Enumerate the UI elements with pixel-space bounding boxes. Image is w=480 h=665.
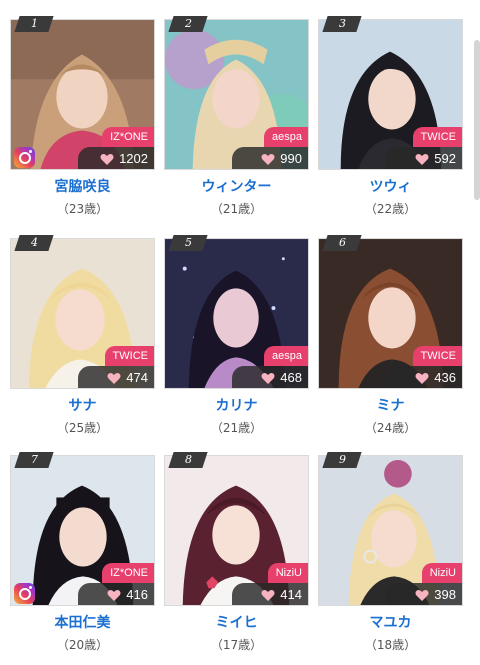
instagram-icon[interactable] [14, 147, 35, 168]
heart-icon [415, 589, 429, 601]
likes-count: 414 [280, 587, 302, 602]
likes-counter[interactable]: 398 [386, 583, 462, 605]
heart-icon [415, 153, 429, 165]
likes-count: 398 [434, 587, 456, 602]
member-name[interactable]: 宮脇咲良 [10, 177, 155, 197]
member-age: （17歳） [210, 638, 263, 652]
member-age: （22歳） [364, 202, 417, 216]
member-age: （18歳） [364, 638, 417, 652]
group-badge: aespa [264, 346, 308, 366]
ranking-card[interactable]: 5 aespa 468 カリナ （21歳） [164, 235, 309, 448]
ranking-card[interactable]: 6 TWICE 436 ミナ （24歳） [318, 235, 463, 448]
likes-counter[interactable]: 416 [78, 583, 154, 605]
likes-counter[interactable]: 436 [386, 366, 462, 388]
likes-count: 592 [434, 151, 456, 166]
member-photo[interactable]: TWICE 592 [318, 19, 463, 170]
heart-icon [415, 372, 429, 384]
ranking-card[interactable]: 1 IZ*ONE 1202 宮脇咲良 （23歳） [10, 16, 155, 229]
member-photo[interactable]: TWICE 474 [10, 238, 155, 389]
likes-count: 474 [126, 370, 148, 385]
member-photo[interactable]: TWICE 436 [318, 238, 463, 389]
rank-badge: 4 [14, 235, 54, 251]
member-photo[interactable]: NiziU 414 [164, 455, 309, 606]
member-name[interactable]: ミイヒ [164, 613, 309, 633]
heart-icon [107, 372, 121, 384]
member-name[interactable]: 本田仁美 [10, 613, 155, 633]
rank-badge: 6 [322, 235, 362, 251]
rank-badge: 3 [322, 16, 362, 32]
likes-counter[interactable]: 990 [232, 147, 308, 169]
heart-icon [100, 153, 114, 165]
heart-icon [261, 153, 275, 165]
likes-counter[interactable]: 1202 [78, 147, 154, 169]
group-badge: IZ*ONE [102, 127, 154, 147]
member-age: （23歳） [56, 202, 109, 216]
rank-badge: 9 [322, 452, 362, 468]
ranking-card[interactable]: 9 NiziU 398 マユカ （18歳） [318, 452, 463, 665]
member-age: （21歳） [210, 421, 263, 435]
likes-counter[interactable]: 414 [232, 583, 308, 605]
likes-counter[interactable]: 468 [232, 366, 308, 388]
ranking-card[interactable]: 3 TWICE 592 ツウィ （22歳） [318, 16, 463, 229]
group-badge: aespa [264, 127, 308, 147]
rank-badge: 2 [168, 16, 208, 32]
group-badge: TWICE [412, 127, 462, 147]
member-photo[interactable]: aespa 990 [164, 19, 309, 170]
member-age: （25歳） [56, 421, 109, 435]
member-name[interactable]: マユカ [318, 613, 463, 633]
likes-counter[interactable]: 592 [386, 147, 462, 169]
member-name[interactable]: ミナ [318, 396, 463, 416]
member-name[interactable]: ツウィ [318, 177, 463, 197]
member-name[interactable]: サナ [10, 396, 155, 416]
rank-badge: 7 [14, 452, 54, 468]
heart-icon [107, 589, 121, 601]
member-photo[interactable]: aespa 468 [164, 238, 309, 389]
likes-count: 436 [434, 370, 456, 385]
likes-counter[interactable]: 474 [78, 366, 154, 388]
member-age: （24歳） [364, 421, 417, 435]
member-age: （21歳） [210, 202, 263, 216]
member-photo[interactable]: IZ*ONE 416 [10, 455, 155, 606]
group-badge: TWICE [104, 346, 154, 366]
ranking-card[interactable]: 7 IZ*ONE 416 本田仁美 （20歳） [10, 452, 155, 665]
instagram-icon[interactable] [14, 583, 35, 604]
rank-badge: 5 [168, 235, 208, 251]
member-age: （20歳） [56, 638, 109, 652]
member-photo[interactable]: NiziU 398 [318, 455, 463, 606]
ranking-card[interactable]: 4 TWICE 474 サナ （25歳） [10, 235, 155, 448]
group-badge: NiziU [267, 563, 308, 583]
scrollbar[interactable] [474, 40, 480, 200]
ranking-card[interactable]: 8 NiziU 414 ミイヒ （17歳） [164, 452, 309, 665]
group-badge: TWICE [412, 346, 462, 366]
group-badge: IZ*ONE [102, 563, 154, 583]
likes-count: 468 [280, 370, 302, 385]
rank-badge: 1 [14, 16, 54, 32]
likes-count: 416 [126, 587, 148, 602]
heart-icon [261, 589, 275, 601]
member-name[interactable]: カリナ [164, 396, 309, 416]
group-badge: NiziU [421, 563, 462, 583]
ranking-card[interactable]: 2 aespa 990 ウィンター （21歳） [164, 16, 309, 229]
rank-badge: 8 [168, 452, 208, 468]
member-photo[interactable]: IZ*ONE 1202 [10, 19, 155, 170]
heart-icon [261, 372, 275, 384]
member-name[interactable]: ウィンター [164, 177, 309, 197]
likes-count: 990 [280, 151, 302, 166]
likes-count: 1202 [119, 151, 148, 166]
